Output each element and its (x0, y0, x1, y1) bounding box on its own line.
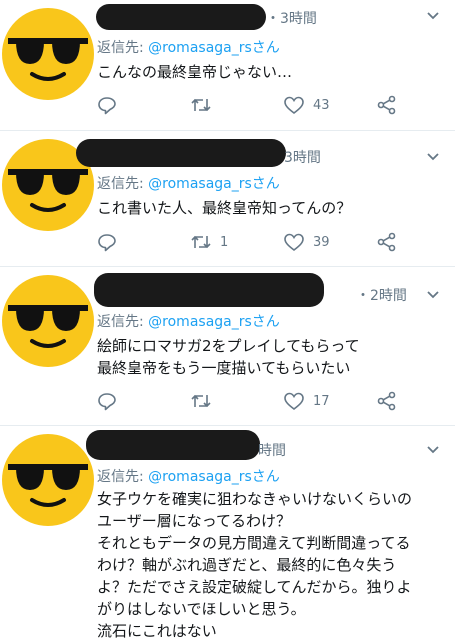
reply-button[interactable] (97, 232, 117, 252)
reply-prefix: 返信先: (97, 176, 149, 192)
sunglasses-emoji-icon (8, 464, 88, 507)
tweet-3[interactable]: ・2時間 返信先: @romasaga_rsさん 絵師にロマサガ2をプレイしても… (0, 267, 455, 425)
tweet-time: 3時間 (284, 150, 321, 166)
tweet-1[interactable]: ・3時間 返信先: @romasaga_rsさん こんなの最終皇帝じゃない… 4… (0, 0, 455, 130)
redacted-username (96, 4, 266, 30)
reply-icon (98, 393, 116, 411)
retweet-button[interactable] (190, 391, 220, 411)
redacted-username (94, 273, 324, 307)
reply-prefix: 返信先: (97, 469, 149, 485)
like-icon (284, 392, 304, 411)
share-icon (377, 232, 396, 252)
like-count: 17 (313, 393, 330, 409)
chevron-down-icon[interactable] (426, 444, 440, 458)
retweet-button[interactable] (190, 95, 220, 115)
tweet-time: ・3時間 (266, 11, 317, 27)
tweet-time: ・2時間 (356, 288, 407, 304)
like-icon (284, 233, 304, 252)
like-button[interactable]: 39 (283, 232, 330, 252)
reply-handle-link[interactable]: @romasaga_rsさん (148, 469, 280, 485)
sunglasses-emoji-icon (8, 305, 88, 348)
avatar[interactable] (2, 275, 94, 367)
reply-to-line: 返信先: @romasaga_rsさん (97, 173, 280, 193)
chevron-down-icon[interactable] (426, 10, 440, 24)
share-button[interactable] (376, 391, 398, 411)
like-button[interactable]: 43 (283, 95, 330, 115)
reply-icon (98, 234, 116, 252)
share-button[interactable] (376, 95, 398, 115)
like-count: 39 (313, 234, 330, 250)
tweet-text: 絵師にロマサガ2をプレイしてもらって 最終皇帝をもう一度描いてもらいたい (97, 337, 360, 377)
reply-to-line: 返信先: @romasaga_rsさん (97, 37, 280, 57)
tweet-time: 時間 (258, 443, 286, 459)
reply-to-line: 返信先: @romasaga_rsさん (97, 466, 280, 486)
retweet-icon (191, 235, 211, 249)
redacted-username (86, 430, 260, 460)
reply-button[interactable] (97, 391, 117, 411)
sunglasses-emoji-icon (8, 38, 88, 81)
like-count: 43 (313, 97, 330, 113)
reply-handle-link[interactable]: @romasaga_rsさん (148, 314, 280, 330)
like-icon (284, 96, 304, 115)
avatar[interactable] (2, 434, 94, 526)
reply-handle-link[interactable]: @romasaga_rsさん (148, 176, 280, 192)
avatar[interactable] (2, 8, 94, 100)
reply-prefix: 返信先: (97, 314, 149, 330)
chevron-down-icon[interactable] (426, 289, 440, 303)
tweet-text: これ書いた人、最終皇帝知ってんの？ (97, 199, 352, 217)
reply-prefix: 返信先: (97, 40, 149, 56)
tweet-4[interactable]: 時間 返信先: @romasaga_rsさん 女子ウケを確実に狙わなきゃいけない… (0, 426, 455, 640)
retweet-icon (191, 394, 211, 408)
reply-button[interactable] (97, 95, 117, 115)
share-button[interactable] (376, 232, 398, 252)
reply-to-line: 返信先: @romasaga_rsさん (97, 311, 280, 331)
tweet-text: こんなの最終皇帝じゃない… (97, 63, 293, 81)
share-icon (377, 391, 396, 411)
tweet-text: 女子ウケを確実に狙わなきゃいけないくらいの ユーザー層になってるわけ？ それとも… (97, 490, 413, 640)
reply-icon (98, 97, 116, 115)
redacted-username (76, 139, 286, 167)
retweet-count: 1 (220, 234, 229, 250)
share-icon (377, 95, 396, 115)
like-button[interactable]: 17 (283, 391, 330, 411)
chevron-down-icon[interactable] (426, 151, 440, 165)
tweet-2[interactable]: 3時間 返信先: @romasaga_rsさん これ書いた人、最終皇帝知ってんの… (0, 131, 455, 266)
retweet-icon (191, 98, 211, 112)
reply-handle-link[interactable]: @romasaga_rsさん (148, 40, 280, 56)
retweet-button[interactable]: 1 (190, 232, 228, 252)
